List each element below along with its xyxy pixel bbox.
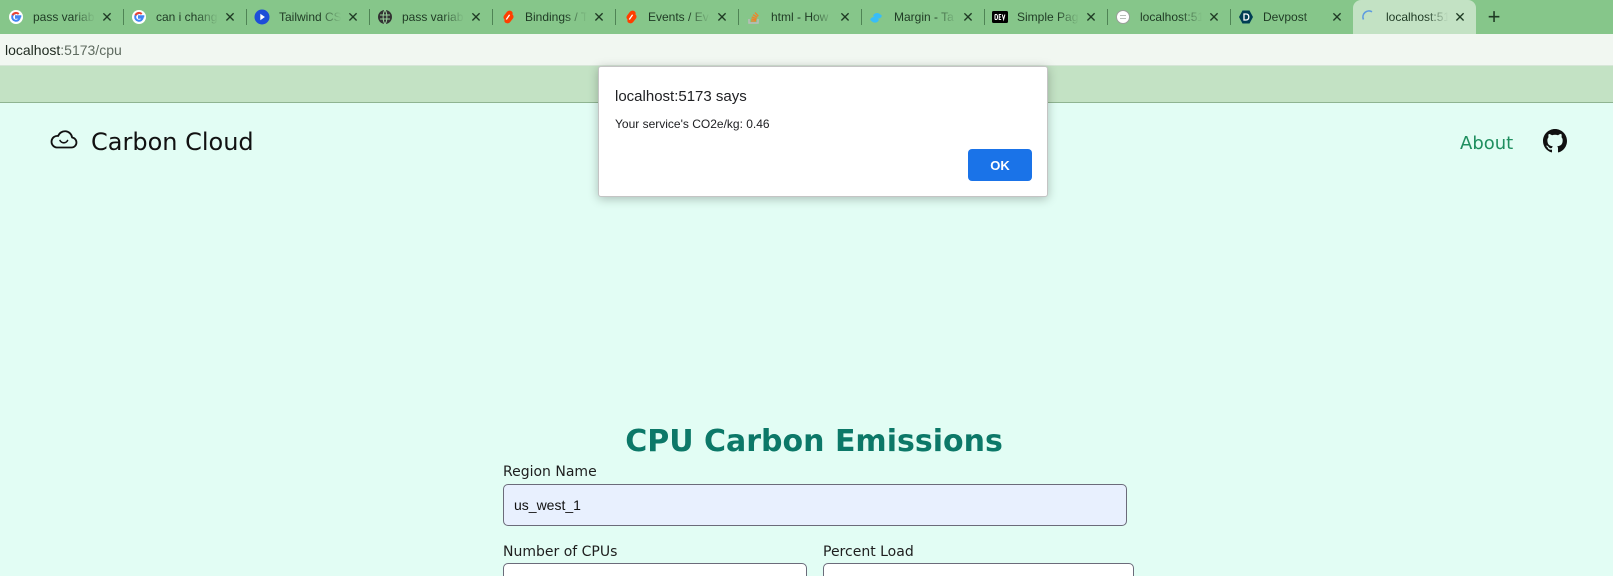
- close-icon[interactable]: ✕: [960, 9, 976, 25]
- tab-title: html - How: [771, 10, 829, 24]
- close-icon[interactable]: ✕: [345, 9, 361, 25]
- close-icon[interactable]: ✕: [222, 9, 238, 25]
- close-icon[interactable]: ✕: [591, 9, 607, 25]
- close-icon[interactable]: ✕: [99, 9, 115, 25]
- brand-title: Carbon Cloud: [91, 127, 254, 156]
- close-icon[interactable]: ✕: [1329, 9, 1345, 25]
- close-icon[interactable]: ✕: [714, 9, 730, 25]
- tab-pass-variable-1[interactable]: pass variable ✕: [0, 0, 123, 34]
- tab-tailwind-css[interactable]: Tailwind CSS ✕: [246, 0, 369, 34]
- percent-load-input[interactable]: [823, 563, 1134, 576]
- brand-link[interactable]: Carbon Cloud: [49, 127, 254, 156]
- close-icon[interactable]: ✕: [468, 9, 484, 25]
- svelte-icon: [623, 9, 639, 25]
- page-icon: [1115, 9, 1131, 25]
- tab-title: localhost:51: [1386, 10, 1448, 24]
- tab-title: Events / Eve: [648, 10, 710, 24]
- close-icon[interactable]: ✕: [1083, 9, 1099, 25]
- github-icon[interactable]: [1543, 129, 1567, 158]
- tab-title: Margin - Ta: [894, 10, 954, 24]
- tab-strip: pass variable ✕ can i change ✕ Tailwind …: [0, 0, 1613, 34]
- tailwind-play-icon: [254, 9, 270, 25]
- tailwind-icon: [869, 9, 885, 25]
- tab-events[interactable]: Events / Eve ✕: [615, 0, 738, 34]
- url-host: localhost: [5, 41, 61, 58]
- tab-pass-variable-2[interactable]: pass variable ✕: [369, 0, 492, 34]
- tab-title: Simple Page: [1017, 10, 1079, 24]
- tab-title: Tailwind CSS: [279, 10, 341, 24]
- tab-localhost-active[interactable]: localhost:51 ✕: [1353, 0, 1476, 34]
- tab-bindings[interactable]: Bindings / T ✕: [492, 0, 615, 34]
- dialog-title: localhost:5173 says: [615, 88, 747, 105]
- address-bar[interactable]: localhost:5173/cpu: [0, 34, 1613, 66]
- tab-margin[interactable]: Margin - Ta ✕: [861, 0, 984, 34]
- tab-can-i-change[interactable]: can i change ✕: [123, 0, 246, 34]
- close-icon[interactable]: ✕: [1206, 9, 1222, 25]
- alert-dialog: localhost:5173 says Your service's CO2e/…: [598, 66, 1048, 197]
- tab-title: Devpost: [1263, 10, 1308, 24]
- new-tab-button[interactable]: +: [1478, 0, 1510, 34]
- tab-simple-page[interactable]: Simple Page ✕: [984, 0, 1107, 34]
- tab-title: localhost:51: [1140, 10, 1202, 24]
- dialog-message: Your service's CO2e/kg: 0.46: [615, 117, 770, 131]
- google-icon: [8, 9, 24, 25]
- tab-title: pass variable: [33, 10, 95, 24]
- tab-devpost[interactable]: Devpost ✕: [1230, 0, 1353, 34]
- about-link[interactable]: About: [1460, 133, 1513, 154]
- tab-title: can i change: [156, 10, 218, 24]
- url-path: :5173/cpu: [60, 41, 122, 58]
- google-icon: [131, 9, 147, 25]
- devpost-icon: [1238, 9, 1254, 25]
- region-name-label: Region Name: [503, 464, 597, 480]
- ok-button[interactable]: OK: [968, 149, 1032, 181]
- close-icon[interactable]: ✕: [1452, 9, 1468, 25]
- tab-localhost[interactable]: localhost:51 ✕: [1107, 0, 1230, 34]
- dev-icon: [992, 9, 1008, 25]
- globe-icon: [377, 9, 393, 25]
- stackoverflow-icon: [746, 9, 762, 25]
- cloud-icon: [49, 127, 79, 156]
- tab-title: pass variable: [402, 10, 464, 24]
- page-title: CPU Carbon Emissions: [625, 424, 1003, 459]
- loading-icon: [1361, 9, 1377, 25]
- number-of-cpus-label: Number of CPUs: [503, 544, 618, 560]
- region-name-input[interactable]: us_west_1: [503, 484, 1127, 526]
- tab-title: Bindings / T: [525, 10, 587, 24]
- percent-load-label: Percent Load: [823, 544, 914, 560]
- close-icon[interactable]: ✕: [837, 9, 853, 25]
- svelte-icon: [500, 9, 516, 25]
- number-of-cpus-input[interactable]: [503, 563, 807, 576]
- tab-html-how[interactable]: html - How ✕: [738, 0, 861, 34]
